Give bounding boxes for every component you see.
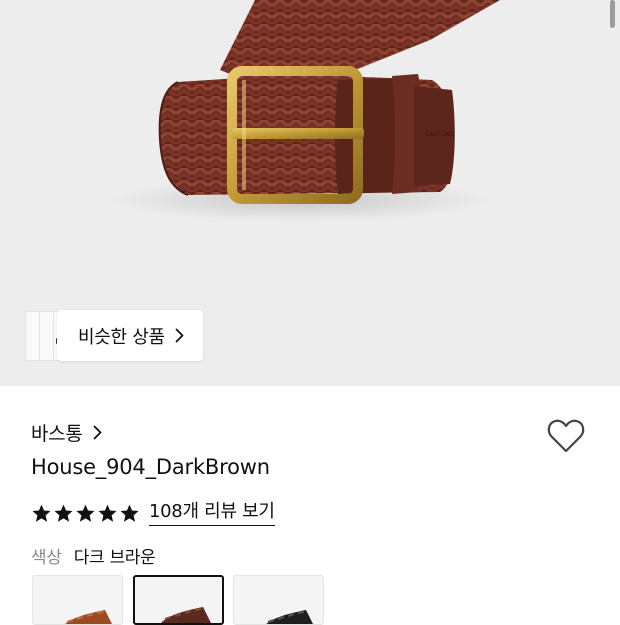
star-icon xyxy=(32,504,51,522)
brand-name: 바스통 xyxy=(31,422,83,445)
selected-color: 다크 브라운 xyxy=(73,547,156,568)
star-icon xyxy=(76,504,95,522)
heart-icon[interactable] xyxy=(546,417,586,455)
star-icon xyxy=(120,504,139,522)
product-title: House_904_DarkBrown xyxy=(31,455,270,479)
product-image-area[interactable]: BASTONG 비슷한 상품 xyxy=(0,0,620,386)
similar-products-button[interactable]: 비슷한 상품 xyxy=(57,310,203,361)
belt-thumbnail-image xyxy=(161,607,211,623)
similar-products-label: 비슷한 상품 xyxy=(78,326,165,348)
brand-link[interactable]: 바스통 xyxy=(31,418,102,446)
chevron-right-icon xyxy=(175,328,184,343)
belt-thumbnail-image xyxy=(65,610,112,624)
rating-row: 108개 리뷰 보기 xyxy=(31,498,275,528)
star-icon xyxy=(98,504,117,522)
svg-text:BASTONG: BASTONG xyxy=(425,131,455,138)
star-rating xyxy=(31,503,140,524)
color-option-row: 색상 다크 브라운 xyxy=(31,542,156,568)
chevron-right-icon xyxy=(93,425,101,439)
scrollbar[interactable] xyxy=(610,0,615,28)
color-label: 색상 xyxy=(31,547,62,568)
color-swatch-dark-brown[interactable] xyxy=(133,575,224,625)
review-link[interactable]: 108개 리뷰 보기 xyxy=(149,501,275,526)
belt-thumbnail-image xyxy=(266,610,313,624)
star-icon xyxy=(54,504,73,522)
color-swatch-light-brown[interactable] xyxy=(32,575,123,625)
color-swatch-black[interactable] xyxy=(233,575,324,625)
